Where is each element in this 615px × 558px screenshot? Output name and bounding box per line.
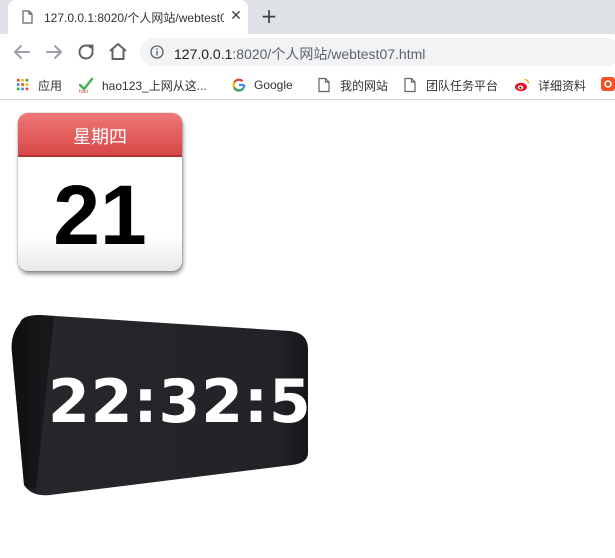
calendar-widget: 星期四 21 <box>18 113 182 271</box>
browser-tab[interactable]: 127.0.0.1:8020/个人网站/webtest07.html ✕ <box>8 0 248 34</box>
site-info-icon[interactable] <box>150 45 164 59</box>
bookmarks-bar: 应用 hao hao123_上网从这... Google 我的网站 团队任务平台 <box>0 70 615 100</box>
address-url: 127.0.0.1:8020/个人网站/webtest07.html <box>174 44 425 64</box>
bookmark-label: 我的网站 <box>340 78 389 93</box>
calendar-day: 21 <box>53 168 147 262</box>
address-bar[interactable]: 127.0.0.1:8020/个人网站/webtest07.html <box>140 38 615 66</box>
bookmark-google[interactable]: Google <box>232 76 293 94</box>
svg-text:hao: hao <box>79 89 88 93</box>
forward-arrow-icon[interactable] <box>42 40 66 64</box>
extension-icon[interactable] <box>600 76 615 92</box>
url-host: 127.0.0.1 <box>174 46 233 62</box>
page-icon <box>404 77 416 93</box>
bookmark-details[interactable]: 详细资料 <box>514 76 586 94</box>
home-icon[interactable] <box>106 40 130 64</box>
reload-icon[interactable] <box>74 40 98 64</box>
document-icon <box>22 10 33 24</box>
bookmark-label: 应用 <box>38 78 63 93</box>
bookmark-my-site[interactable]: 我的网站 <box>316 76 388 94</box>
calendar-weekday: 星期四 <box>73 127 127 148</box>
bookmark-label: hao123_上网从这... <box>102 78 207 93</box>
tab-title: 127.0.0.1:8020/个人网站/webtest07.html <box>44 11 224 25</box>
bookmark-apps[interactable]: 应用 <box>16 76 62 94</box>
hao123-icon: hao <box>78 77 94 93</box>
apps-grid-icon <box>16 78 29 91</box>
bookmark-label: 详细资料 <box>538 78 587 93</box>
digital-clock: 22:32:56 <box>10 313 355 498</box>
bookmark-hao123[interactable]: hao hao123_上网从这... <box>78 76 207 94</box>
new-tab-button[interactable]: + <box>258 6 280 28</box>
url-path: :8020/个人网站/webtest07.html <box>232 46 426 62</box>
bookmark-team-tasks[interactable]: 团队任务平台 <box>402 76 498 94</box>
google-icon <box>232 78 246 92</box>
close-tab-icon[interactable]: ✕ <box>227 7 245 25</box>
tab-strip: 127.0.0.1:8020/个人网站/webtest07.html ✕ + <box>0 0 615 34</box>
back-arrow-icon[interactable] <box>10 40 34 64</box>
clock-time: 22:32:56 <box>48 367 355 437</box>
browser-toolbar: 127.0.0.1:8020/个人网站/webtest07.html <box>0 34 615 70</box>
bookmark-label: Google <box>254 78 293 92</box>
calendar-header: 星期四 <box>18 113 182 155</box>
bookmark-label: 团队任务平台 <box>426 78 499 93</box>
page-icon <box>318 77 330 93</box>
weibo-icon <box>515 78 530 92</box>
calendar-body: 21 <box>18 157 182 271</box>
